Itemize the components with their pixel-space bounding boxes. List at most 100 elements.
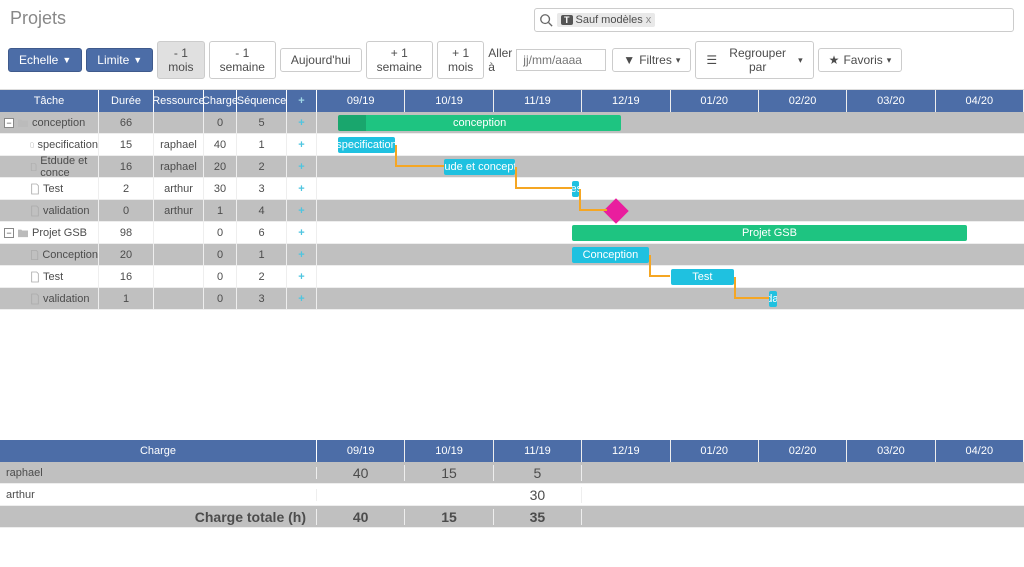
limit-dropdown[interactable]: Limite ▼ bbox=[86, 48, 153, 72]
month-header: 04/20 bbox=[936, 440, 1024, 462]
gantt-bar[interactable]: validation bbox=[769, 291, 776, 307]
charge-cell: 40 bbox=[317, 465, 405, 481]
task-row[interactable]: Etdude et conce16raphael202+ bbox=[0, 156, 317, 178]
task-row[interactable]: specification15raphael401+ bbox=[0, 134, 317, 156]
task-list: −conception6605+specification15raphael40… bbox=[0, 112, 317, 310]
task-duration: 16 bbox=[99, 156, 154, 177]
col-duration[interactable]: Durée bbox=[99, 90, 154, 112]
task-name: validation bbox=[43, 205, 89, 217]
gantt-row bbox=[317, 200, 1024, 222]
task-charge: 0 bbox=[204, 244, 237, 265]
add-task-icon[interactable]: + bbox=[287, 200, 317, 221]
add-task-icon[interactable]: + bbox=[287, 178, 317, 199]
minus-week-button[interactable]: - 1 semaine bbox=[209, 41, 276, 79]
scale-dropdown[interactable]: Echelle ▼ bbox=[8, 48, 82, 72]
gantt-bar[interactable]: Etdude et conception bbox=[444, 159, 515, 175]
minus-month-button[interactable]: - 1 mois bbox=[157, 41, 204, 79]
charge-total-cell: 15 bbox=[405, 509, 493, 525]
favorites-dropdown[interactable]: ★ Favoris ▾ bbox=[818, 48, 903, 72]
milestone-marker[interactable] bbox=[603, 198, 628, 223]
charge-total-label: Charge totale (h) bbox=[0, 509, 317, 525]
gantt-row: specification bbox=[317, 134, 1024, 156]
col-task[interactable]: Tâche bbox=[0, 90, 99, 112]
task-charge: 0 bbox=[204, 266, 237, 287]
task-name: Test bbox=[43, 183, 63, 195]
task-sequence: 2 bbox=[237, 266, 287, 287]
task-name: Projet GSB bbox=[32, 227, 87, 239]
charge-body: raphael40155arthur30Charge totale (h)401… bbox=[0, 462, 1024, 528]
task-row[interactable]: validation0arthur14+ bbox=[0, 200, 317, 222]
filter-tag-remove-icon[interactable]: x bbox=[646, 14, 652, 26]
gantt-bar[interactable]: Test bbox=[572, 181, 579, 197]
gantt-row: Test bbox=[317, 178, 1024, 200]
charge-total-cell: 35 bbox=[494, 509, 582, 525]
task-row[interactable]: Test2arthur303+ bbox=[0, 178, 317, 200]
task-row[interactable]: −Projet GSB9806+ bbox=[0, 222, 317, 244]
task-resource bbox=[154, 266, 204, 287]
add-task-icon[interactable]: + bbox=[287, 244, 317, 265]
task-resource bbox=[154, 288, 204, 309]
task-row[interactable]: −conception6605+ bbox=[0, 112, 317, 134]
gantt-bar[interactable]: Conception bbox=[572, 247, 650, 263]
charge-cell: 5 bbox=[494, 465, 582, 481]
collapse-icon[interactable]: − bbox=[4, 118, 14, 128]
file-icon bbox=[30, 293, 40, 305]
search-input-wrap[interactable]: T Sauf modèles x bbox=[534, 8, 1014, 32]
goto-date-input[interactable] bbox=[516, 49, 606, 71]
month-header: 09/19 bbox=[317, 90, 405, 112]
file-icon bbox=[30, 249, 39, 261]
add-task-icon[interactable]: + bbox=[287, 288, 317, 309]
collapse-icon[interactable]: − bbox=[4, 228, 14, 238]
add-task-icon[interactable]: + bbox=[287, 112, 317, 133]
task-charge: 40 bbox=[204, 134, 237, 155]
month-header: 03/20 bbox=[847, 90, 935, 112]
task-duration: 66 bbox=[99, 112, 154, 133]
task-row[interactable]: validation103+ bbox=[0, 288, 317, 310]
task-row[interactable]: Conception2001+ bbox=[0, 244, 317, 266]
month-header: 09/19 bbox=[317, 440, 405, 462]
charge-timeline-header: 09/1910/1911/1912/1901/2002/2003/2004/20 bbox=[317, 440, 1024, 462]
task-resource bbox=[154, 112, 204, 133]
gantt-bar[interactable]: specification bbox=[338, 137, 395, 153]
add-task-icon[interactable]: + bbox=[287, 134, 317, 155]
plus-month-button[interactable]: + 1 mois bbox=[437, 41, 484, 79]
gantt-bar[interactable]: Projet GSB bbox=[572, 225, 968, 241]
month-header: 10/19 bbox=[405, 440, 493, 462]
filters-dropdown[interactable]: ▼ Filtres ▾ bbox=[612, 48, 691, 72]
col-charge[interactable]: Charge bbox=[204, 90, 237, 112]
task-row[interactable]: Test1602+ bbox=[0, 266, 317, 288]
groupby-dropdown[interactable]: ☰ Regrouper par ▾ bbox=[695, 41, 813, 79]
gantt-bar[interactable]: conception bbox=[338, 115, 621, 131]
task-name: validation bbox=[43, 293, 89, 305]
search-filter-tag[interactable]: T Sauf modèles x bbox=[557, 13, 655, 27]
task-name: Conception bbox=[42, 249, 98, 261]
col-resource[interactable]: Ressource bbox=[154, 90, 204, 112]
gantt-bar[interactable]: Test bbox=[671, 269, 735, 285]
star-icon: ★ bbox=[829, 53, 840, 67]
task-charge: 20 bbox=[204, 156, 237, 177]
resource-name: arthur bbox=[0, 489, 317, 501]
today-button[interactable]: Aujourd'hui bbox=[280, 48, 362, 72]
col-add[interactable]: + bbox=[287, 90, 317, 112]
month-header: 12/19 bbox=[582, 440, 670, 462]
task-duration: 16 bbox=[99, 266, 154, 287]
add-task-icon[interactable]: + bbox=[287, 266, 317, 287]
add-task-icon[interactable]: + bbox=[287, 156, 317, 177]
task-duration: 98 bbox=[99, 222, 154, 243]
add-task-icon[interactable]: + bbox=[287, 222, 317, 243]
month-header: 11/19 bbox=[494, 440, 582, 462]
file-icon bbox=[30, 161, 37, 173]
plus-week-button[interactable]: + 1 semaine bbox=[366, 41, 433, 79]
file-icon bbox=[30, 139, 34, 151]
task-resource bbox=[154, 244, 204, 265]
list-icon: ☰ bbox=[706, 53, 717, 67]
month-header: 12/19 bbox=[582, 90, 670, 112]
task-resource: arthur bbox=[154, 178, 204, 199]
task-resource: raphael bbox=[154, 156, 204, 177]
gantt-row: Test bbox=[317, 266, 1024, 288]
charge-total-row: Charge totale (h)401535 bbox=[0, 506, 1024, 528]
task-name: specification bbox=[37, 139, 98, 151]
col-sequence[interactable]: Séquence bbox=[237, 90, 287, 112]
folder-icon bbox=[17, 228, 29, 238]
task-sequence: 5 bbox=[237, 112, 287, 133]
